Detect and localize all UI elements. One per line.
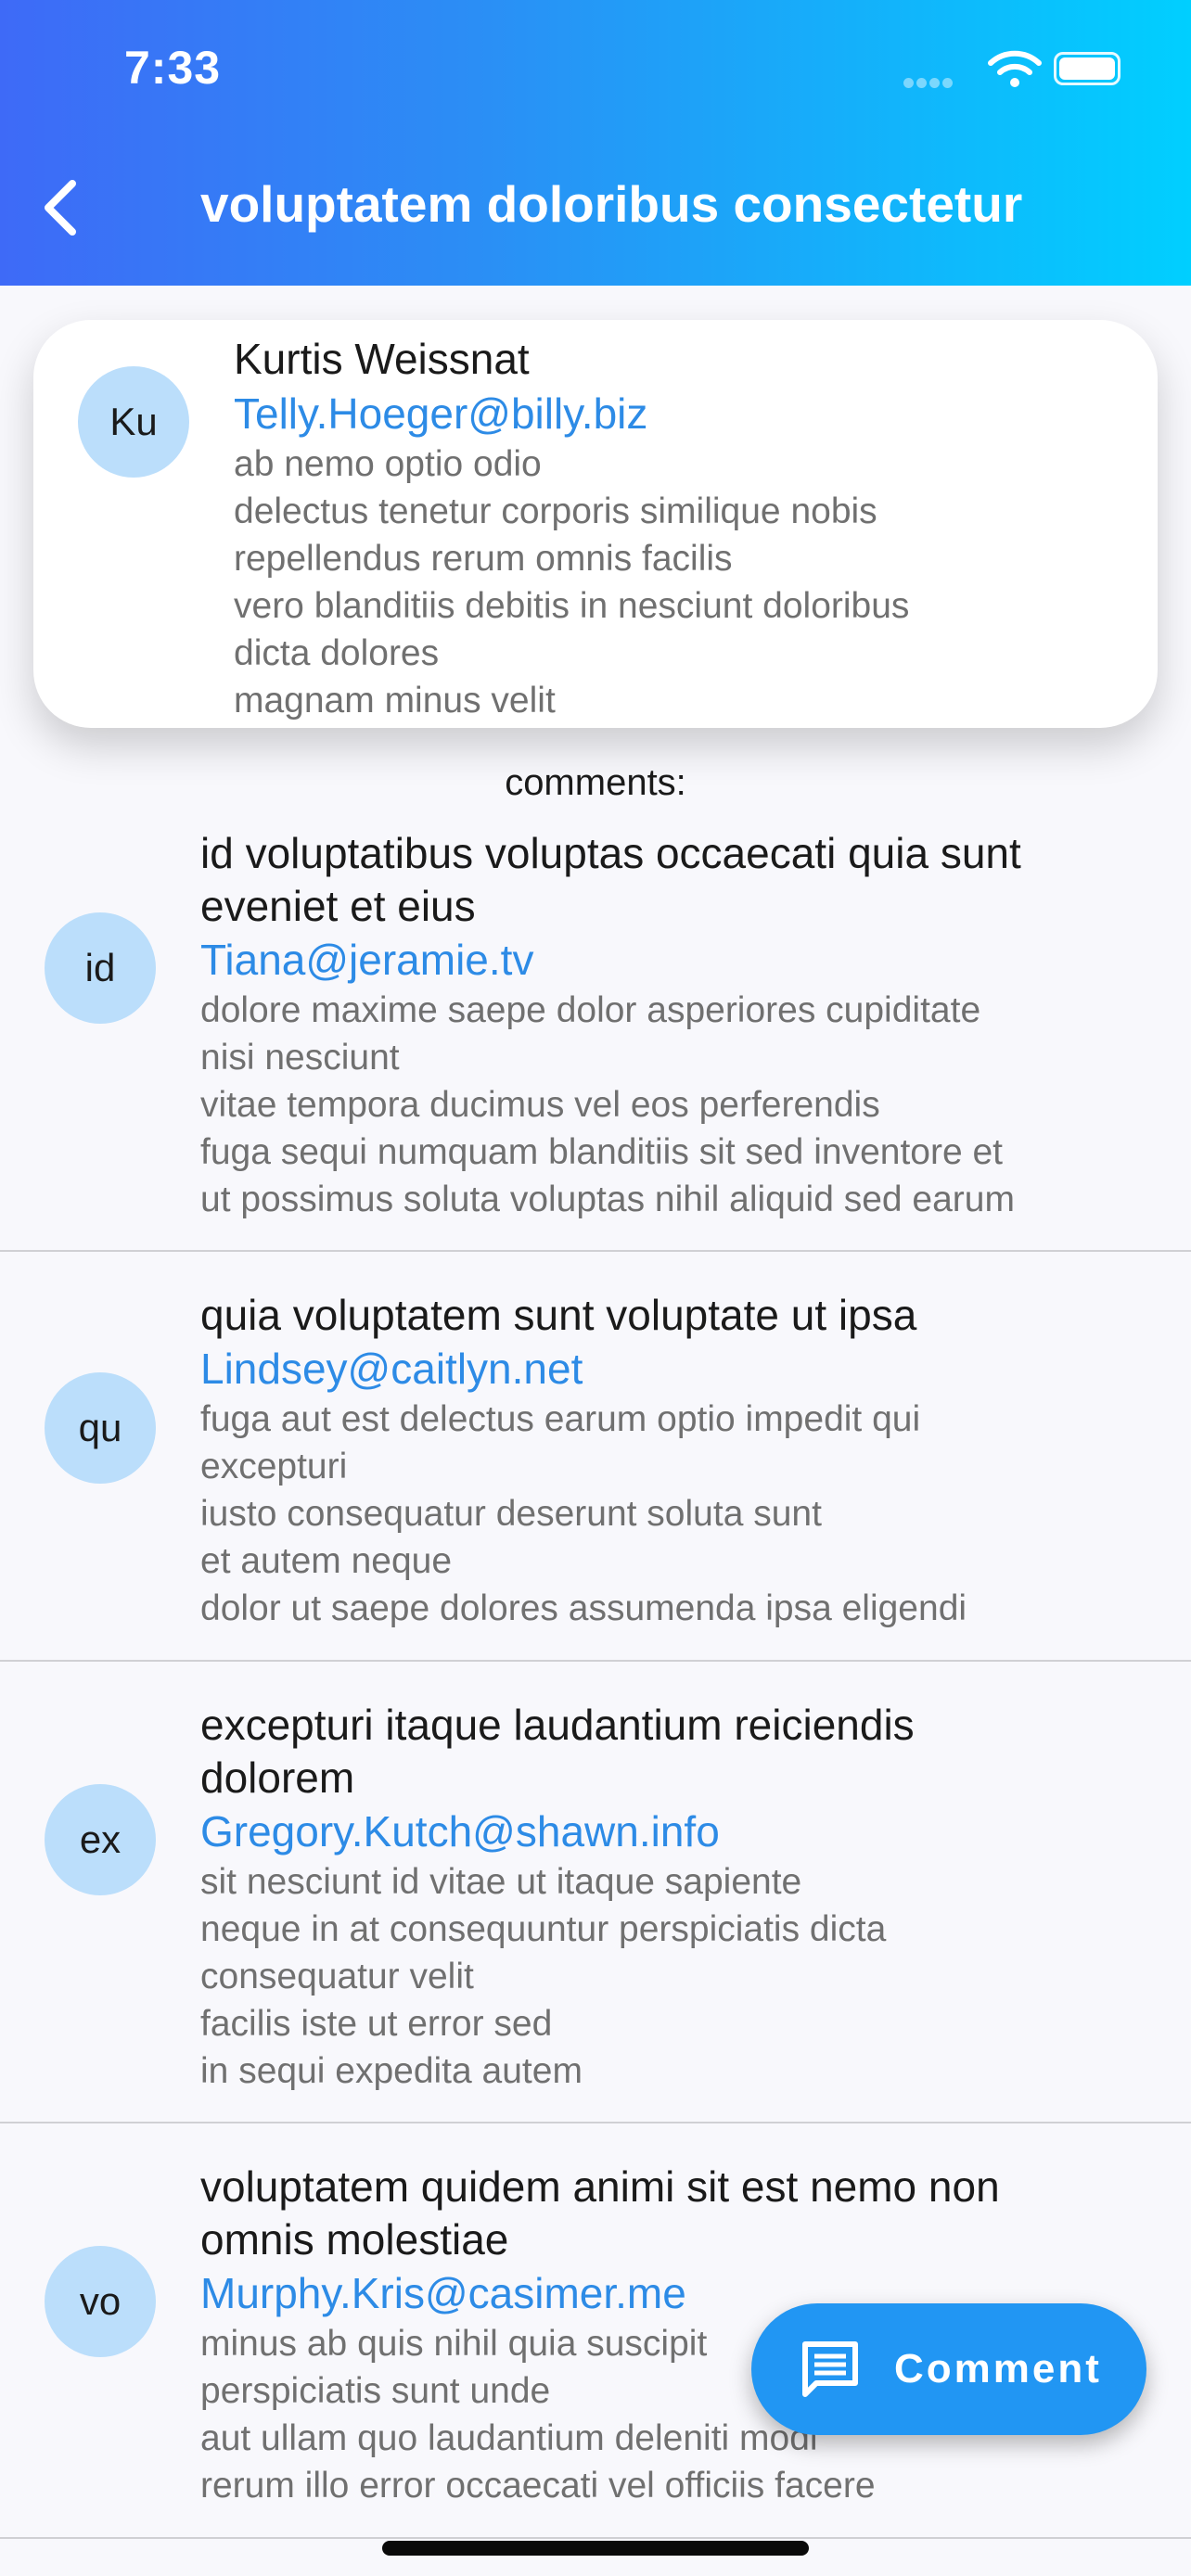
avatar: ex (45, 1784, 156, 1895)
post-body-line: ab nemo optio odio (234, 444, 542, 484)
post-body-line: vero blanditiis debitis in nesciunt dolo… (234, 586, 910, 626)
comment-body-line: nisi nesciunt (200, 1038, 400, 1078)
comment-body-line: fuga sequi numquam blanditiis sit sed in… (200, 1132, 1004, 1172)
comment-body-line: dolor ut saepe dolores assumenda ipsa el… (200, 1588, 967, 1628)
comment-body-line: et autem neque (200, 1541, 453, 1581)
comment-email[interactable]: Tiana@jeramie.tv (200, 933, 1165, 987)
signal-icon (903, 76, 959, 88)
comment-body-line: facilis iste ut error sed (200, 2004, 553, 2044)
comment-email[interactable]: Lindsey@caitlyn.net (200, 1342, 1165, 1396)
battery-icon (1054, 52, 1121, 85)
comment-body-line: excepturi (200, 1447, 348, 1486)
comment-body-line: sit nesciunt id vitae ut itaque sapiente (200, 1862, 802, 1902)
comment-body-line: neque in at consequuntur perspiciatis di… (200, 1909, 887, 1949)
divider (0, 1660, 1191, 1662)
comment-body-line: in sequi expedita autem (200, 2051, 583, 2091)
comment-content: excepturi itaque laudantium reiciendis d… (200, 1699, 1165, 2095)
divider (0, 1250, 1191, 1252)
comment-item[interactable]: ex excepturi itaque laudantium reiciendi… (0, 1688, 1191, 2122)
comment-body-line: ut possimus soluta voluptas nihil aliqui… (200, 1180, 1015, 1219)
avatar: id (45, 912, 156, 1024)
comment-title-line: voluptatem quidem animi sit est nemo non (200, 2162, 1000, 2211)
back-button[interactable] (33, 171, 89, 245)
comment-button[interactable]: Comment (751, 2303, 1146, 2435)
wifi-icon (988, 50, 1042, 87)
comment-title-line: dolorem (200, 1753, 355, 1802)
avatar: qu (45, 1372, 156, 1484)
post-body-line: delectus tenetur corporis similique nobi… (234, 491, 877, 531)
comments-label: comments: (505, 762, 686, 803)
comment-body-line: fuga aut est delectus earum optio impedi… (200, 1399, 921, 1439)
comment-content: quia voluptatem sunt voluptate ut ipsa L… (200, 1289, 1165, 1632)
home-indicator (382, 2541, 809, 2556)
page-title: voluptatem doloribus consectetur (200, 175, 1023, 233)
post-author: Kurtis Weissnat (234, 335, 530, 383)
divider (0, 2537, 1191, 2539)
comment-body-line: vitae tempora ducimus vel eos perferendi… (200, 1085, 880, 1125)
comment-item[interactable]: qu quia voluptatem sunt voluptate ut ips… (0, 1278, 1191, 1660)
comment-title-line: omnis molestiae (200, 2215, 509, 2264)
status-time: 7:33 (124, 42, 222, 94)
comment-body-line: iusto consequatur deserunt soluta sunt (200, 1494, 822, 1534)
post-body-line: magnam minus velit (234, 681, 556, 721)
comment-item[interactable]: id id voluptatibus voluptas occaecati qu… (0, 816, 1191, 1250)
comment-email[interactable]: Gregory.Kutch@shawn.info (200, 1804, 1165, 1858)
comment-title-line: quia voluptatem sunt voluptate ut ipsa (200, 1291, 917, 1339)
app-header: 7:33 voluptatem doloribus consectetur (0, 0, 1191, 286)
comment-content: id voluptatibus voluptas occaecati quia … (200, 827, 1165, 1223)
avatar: vo (45, 2246, 156, 2357)
divider (0, 2122, 1191, 2123)
avatar: Ku (78, 366, 189, 478)
comment-body-line: dolore maxime saepe dolor asperiores cup… (200, 990, 981, 1030)
post-card: Ku Kurtis Weissnat Telly.Hoeger@billy.bi… (33, 320, 1158, 728)
post-content: Kurtis Weissnat Telly.Hoeger@billy.biz a… (234, 331, 1124, 724)
comment-icon (802, 2341, 858, 2397)
comment-body-line: rerum illo error occaecati vel officiis … (200, 2466, 876, 2506)
comment-title-line: excepturi itaque laudantium reiciendis (200, 1701, 915, 1749)
post-body-line: repellendus rerum omnis facilis (234, 539, 733, 579)
comment-button-label: Comment (894, 2346, 1102, 2391)
status-icons (903, 45, 1121, 91)
post-body-line: dicta dolores (234, 633, 440, 673)
comment-title-line: eveniet et eius (200, 882, 476, 930)
post-email[interactable]: Telly.Hoeger@billy.biz (234, 387, 1124, 440)
comment-title-line: id voluptatibus voluptas occaecati quia … (200, 829, 1021, 877)
comment-body-line: consequatur velit (200, 1957, 474, 1996)
